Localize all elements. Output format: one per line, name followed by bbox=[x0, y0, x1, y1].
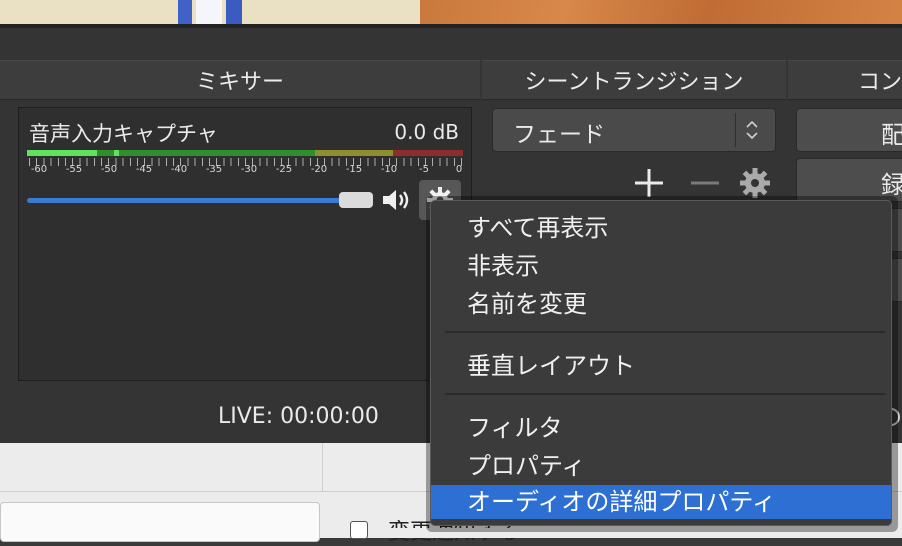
context-menu: すべて再表示 非表示 名前を変更 垂直レイアウト フィルタ プロパティ オーディ… bbox=[430, 200, 892, 526]
background-text-field[interactable] bbox=[0, 502, 320, 542]
volume-slider-thumb[interactable] bbox=[339, 192, 373, 208]
preview-character-part bbox=[196, 0, 222, 24]
preview-scene-right bbox=[420, 0, 902, 24]
menu-item-rename[interactable]: 名前を変更 bbox=[431, 287, 891, 321]
transition-select[interactable]: フェード bbox=[492, 108, 776, 152]
menu-item-advanced-audio-properties[interactable]: オーディオの詳細プロパティ bbox=[431, 485, 891, 519]
preview-character-part bbox=[226, 0, 242, 24]
audio-source-name: 音声入力キャプチャ bbox=[29, 122, 218, 146]
menu-item-properties[interactable]: プロパティ bbox=[431, 449, 891, 483]
remove-transition-icon[interactable] bbox=[688, 166, 722, 200]
volume-slider-track[interactable] bbox=[27, 198, 357, 203]
preview-character-part bbox=[178, 0, 192, 24]
menu-separator bbox=[445, 393, 885, 395]
meter-tick-label: -25 bbox=[275, 164, 293, 175]
preview-strip bbox=[0, 0, 902, 28]
meter-tick-label: -45 bbox=[135, 164, 153, 175]
meter-tick-label: -5 bbox=[419, 164, 429, 175]
menu-item-filters[interactable]: フィルタ bbox=[431, 411, 891, 445]
speaker-icon[interactable] bbox=[381, 186, 413, 214]
transition-select-value: フェード bbox=[513, 122, 605, 148]
meter-tick-label: -20 bbox=[310, 164, 328, 175]
transition-dock-title: シーントランジション bbox=[482, 60, 786, 100]
start-streaming-button[interactable]: 配 bbox=[796, 108, 902, 152]
controls-dock-title: コン bbox=[788, 60, 902, 100]
background-divider bbox=[322, 443, 323, 491]
meter-tick-label: -10 bbox=[380, 164, 398, 175]
mixer-dock-title: ミキサー bbox=[0, 60, 480, 100]
meter-tick-label: -30 bbox=[240, 164, 258, 175]
updown-chevron-icon bbox=[746, 120, 758, 140]
meter-tick-label: 0 bbox=[455, 164, 463, 175]
menu-item-vertical-layout[interactable]: 垂直レイアウト bbox=[431, 349, 891, 383]
meter-tick-label: -55 bbox=[65, 164, 83, 175]
background-checkbox[interactable] bbox=[350, 521, 368, 539]
meter-tick-label: -15 bbox=[345, 164, 363, 175]
transition-settings-gear-icon[interactable] bbox=[738, 166, 772, 200]
meter-tick-label: -40 bbox=[170, 164, 188, 175]
live-status: LIVE: 00:00:00 bbox=[218, 404, 379, 429]
menu-item-show-all[interactable]: すべて再表示 bbox=[431, 211, 891, 245]
meter-tick-label: -50 bbox=[100, 164, 118, 175]
add-transition-icon[interactable] bbox=[632, 166, 666, 200]
menu-item-hide[interactable]: 非表示 bbox=[431, 249, 891, 283]
audio-level-db: 0.0 dB bbox=[394, 120, 459, 144]
meter-tick-label: -35 bbox=[205, 164, 223, 175]
menu-separator bbox=[445, 331, 885, 333]
mixer-panel: 音声入力キャプチャ 0.0 dB -60 -55 -50 -45 -40 -35 -30 -2… bbox=[18, 107, 472, 381]
meter-tick-labels: -60 -55 -50 -45 -40 -35 -30 -25 -20 -15 -10 -5 0 bbox=[21, 164, 471, 178]
meter-tick-label: -60 bbox=[30, 164, 48, 175]
